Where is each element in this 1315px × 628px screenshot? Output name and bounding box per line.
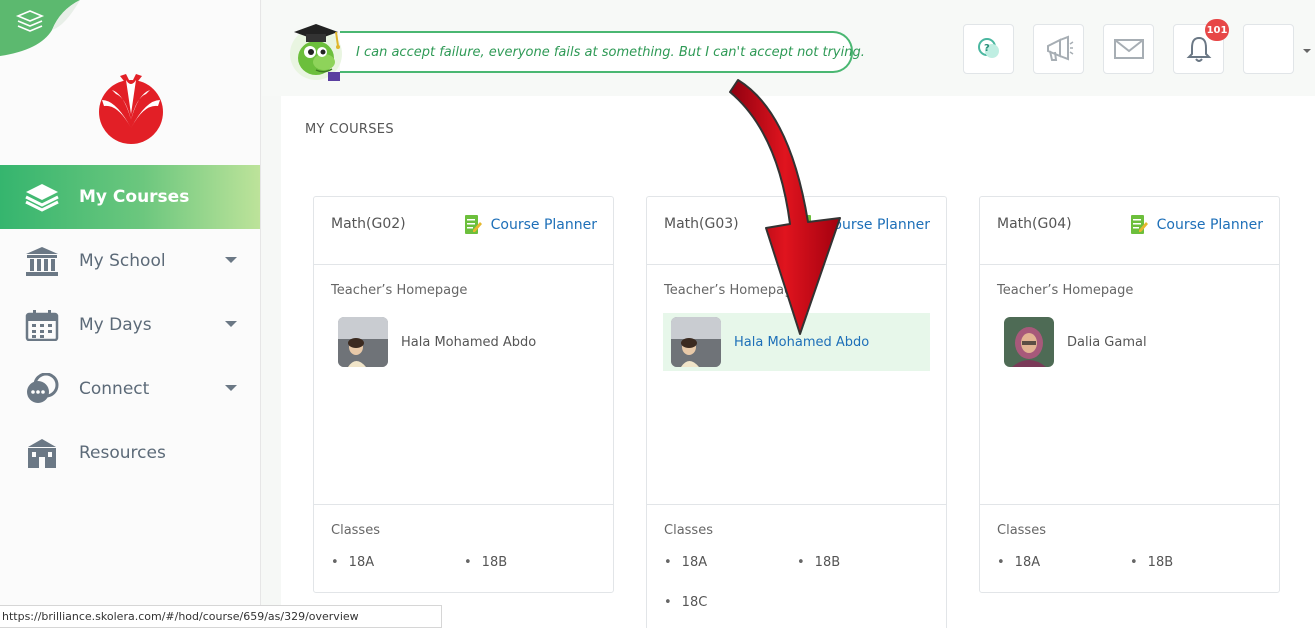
- course-planner-label: Course Planner: [823, 217, 930, 233]
- browser-status-bar: https://brilliance.skolera.com/#/hod/cou…: [0, 605, 442, 628]
- chevron-down-icon[interactable]: [225, 321, 237, 327]
- class-item[interactable]: 18A: [997, 555, 1040, 570]
- notebook-pencil-icon: [464, 215, 482, 234]
- announcements-button[interactable]: [1033, 24, 1084, 74]
- sidebar-item-label: My Courses: [79, 187, 190, 207]
- graduate-dragon-mascot-icon: [290, 24, 342, 81]
- teacher-name: Hala Mohamed Abdo: [734, 334, 870, 350]
- course-card: Math(G04) Course Planner Teacher’s Homep…: [979, 196, 1280, 593]
- status-url: https://brilliance.skolera.com/#/hod/cou…: [2, 610, 359, 623]
- sidebar-item-label: Connect: [79, 379, 150, 399]
- layers-icon: [25, 184, 59, 212]
- classes-label: Classes: [997, 523, 1046, 538]
- teacher-avatar: [338, 317, 388, 367]
- sidebar-nav: My Courses My School My Days Connect Res…: [0, 165, 260, 485]
- teacher-link[interactable]: Hala Mohamed Abdo: [330, 313, 597, 371]
- teacher-avatar: [1004, 317, 1054, 367]
- megaphone-icon: [1046, 35, 1073, 61]
- course-card-body: Teacher’s Homepage Dalia Gamal: [980, 265, 1279, 505]
- notebook-pencil-icon: [797, 215, 815, 234]
- course-card: Math(G02) Course Planner Teacher’s Homep…: [313, 196, 614, 593]
- school-building-icon: [26, 247, 58, 276]
- motivational-quote: I can accept failure, everyone fails at …: [356, 44, 865, 60]
- help-chat-icon: ?: [977, 38, 999, 58]
- mail-icon: [1113, 39, 1144, 59]
- notification-count-badge: 101: [1205, 19, 1229, 41]
- chevron-down-icon[interactable]: [225, 385, 237, 391]
- classes-label: Classes: [664, 523, 713, 538]
- sidebar-item-label: My Days: [79, 315, 152, 335]
- quote-banner: I can accept failure, everyone fails at …: [340, 31, 865, 73]
- course-planner-link[interactable]: Course Planner: [1129, 214, 1263, 236]
- course-card-body: Teacher’s Homepage Hala Mohamed Abdo: [647, 265, 946, 505]
- notebook-pencil-icon: [1130, 215, 1148, 234]
- course-planner-link[interactable]: Course Planner: [463, 214, 597, 236]
- calendar-icon: [25, 310, 59, 341]
- course-planner-label: Course Planner: [490, 217, 597, 233]
- teacher-name: Dalia Gamal: [1067, 334, 1147, 350]
- teacher-homepage-label: Teacher’s Homepage: [331, 283, 468, 298]
- course-card: Math(G03) Course Planner Teacher’s Homep…: [646, 196, 947, 628]
- sidebar-item-my-courses[interactable]: My Courses: [0, 165, 260, 229]
- chat-bubbles-icon: [27, 373, 59, 403]
- class-item[interactable]: 18A: [331, 555, 374, 570]
- sidebar-item-label: My School: [79, 251, 166, 271]
- bell-icon: [1186, 36, 1211, 62]
- help-chat-button[interactable]: ?: [963, 24, 1014, 74]
- class-item[interactable]: 18B: [797, 555, 840, 570]
- profile-avatar-button[interactable]: [1243, 24, 1294, 74]
- course-card-header: Math(G04) Course Planner: [980, 197, 1279, 265]
- teacher-homepage-label: Teacher’s Homepage: [997, 283, 1134, 298]
- chevron-down-icon[interactable]: [225, 257, 237, 263]
- school-logo-icon: [99, 74, 163, 144]
- svg-text:?: ?: [984, 43, 990, 54]
- sidebar-item-connect[interactable]: Connect: [0, 357, 260, 421]
- course-title[interactable]: Math(G04): [997, 216, 1072, 232]
- course-planner-label: Course Planner: [1156, 217, 1263, 233]
- course-card-header: Math(G03) Course Planner: [647, 197, 946, 265]
- classes-label: Classes: [331, 523, 380, 538]
- class-item[interactable]: 18B: [1130, 555, 1173, 570]
- class-item[interactable]: 18B: [464, 555, 507, 570]
- corner-ribbon-icon[interactable]: [0, 0, 80, 56]
- teacher-link[interactable]: Hala Mohamed Abdo: [663, 313, 930, 371]
- sidebar-item-my-school[interactable]: My School: [0, 229, 260, 293]
- sidebar-item-resources[interactable]: Resources: [0, 421, 260, 485]
- page-title: MY COURSES: [305, 122, 394, 137]
- course-title[interactable]: Math(G02): [331, 216, 406, 232]
- class-item[interactable]: 18A: [664, 555, 707, 570]
- sidebar: My Courses My School My Days Connect Res…: [0, 0, 261, 628]
- teacher-homepage-label: Teacher’s Homepage: [664, 283, 801, 298]
- course-planner-link[interactable]: Course Planner: [796, 214, 930, 236]
- course-card-header: Math(G02) Course Planner: [314, 197, 613, 265]
- course-title[interactable]: Math(G03): [664, 216, 739, 232]
- sidebar-item-my-days[interactable]: My Days: [0, 293, 260, 357]
- class-item[interactable]: 18C: [664, 595, 708, 610]
- messages-button[interactable]: [1103, 24, 1154, 74]
- sidebar-item-label: Resources: [79, 443, 166, 463]
- library-icon: [28, 439, 56, 468]
- teacher-link[interactable]: Dalia Gamal: [996, 313, 1263, 371]
- chevron-down-icon[interactable]: [1303, 49, 1311, 53]
- teacher-avatar: [671, 317, 721, 367]
- teacher-name: Hala Mohamed Abdo: [401, 334, 537, 350]
- course-card-body: Teacher’s Homepage Hala Mohamed Abdo: [314, 265, 613, 505]
